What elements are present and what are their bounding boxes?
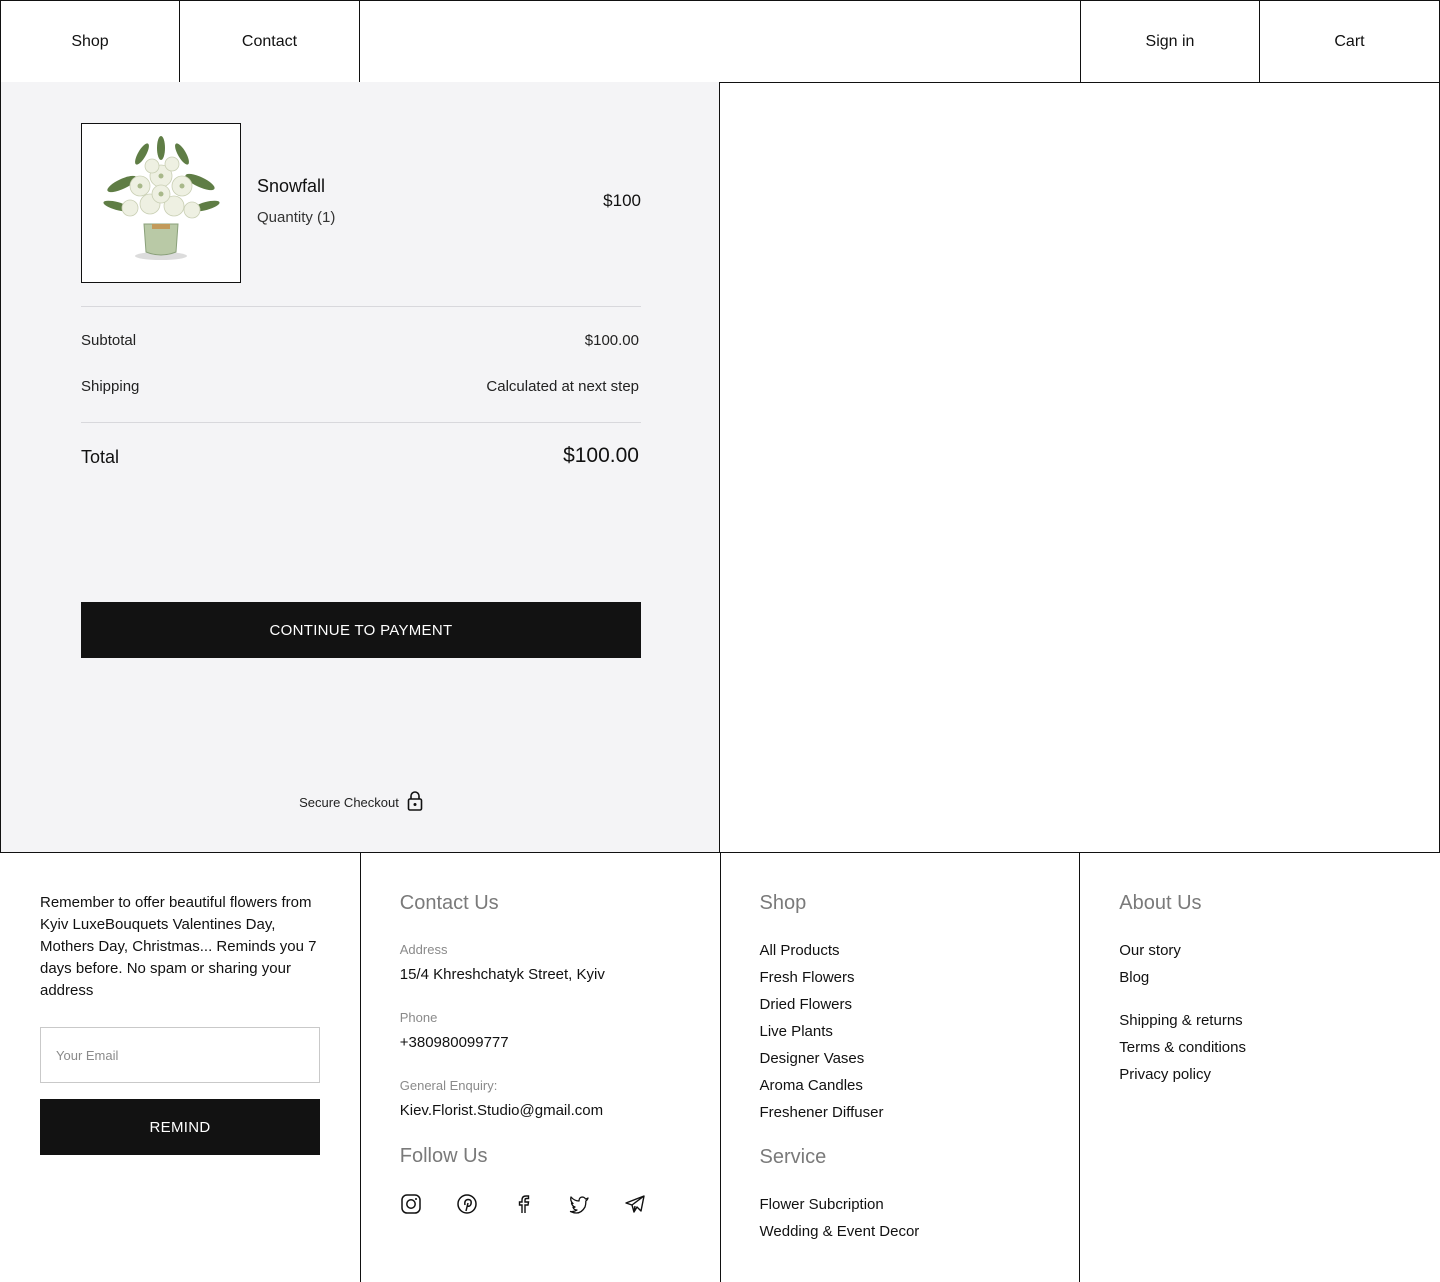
instagram-icon[interactable] — [400, 1193, 422, 1215]
shop-link[interactable]: Freshener Diffuser — [760, 1103, 884, 1130]
enquiry-label: General Enquiry: — [399, 1078, 498, 1093]
contact-heading: Contact Us — [399, 892, 499, 914]
telegram-icon[interactable] — [624, 1193, 646, 1215]
shipping-value: Calculated at next step — [486, 378, 639, 395]
facebook-icon[interactable] — [512, 1193, 534, 1215]
footer-shop-column: Shop All Products Fresh Flowers Dried Fl… — [721, 853, 1081, 1282]
shop-heading: Shop — [759, 892, 807, 914]
service-links: Flower Subcription Wedding & Event Decor — [760, 1195, 920, 1249]
footer-contact-column: Contact Us Address 15/4 Khreshchatyk Str… — [361, 853, 721, 1282]
phone-label: Phone — [399, 1010, 438, 1025]
nav-spacer — [360, 1, 1081, 82]
secure-checkout-label: Secure Checkout — [299, 795, 399, 810]
right-blank-area — [720, 82, 1440, 853]
nav-contact-link[interactable]: Contact — [180, 1, 360, 82]
twitter-icon[interactable] — [568, 1193, 590, 1215]
shop-links: All Products Fresh Flowers Dried Flowers… — [760, 941, 884, 1130]
social-links — [400, 1193, 646, 1215]
shipping-label: Shipping — [81, 378, 140, 395]
shop-link[interactable]: All Products — [760, 941, 884, 968]
footer: Remember to offer beautiful flowers from… — [0, 853, 1440, 1282]
shop-link[interactable]: Designer Vases — [760, 1049, 884, 1076]
phone-value[interactable]: +380980099777 — [400, 1034, 509, 1051]
shop-link[interactable]: Live Plants — [760, 1022, 884, 1049]
continue-to-payment-button[interactable]: CONTINUE TO PAYMENT — [81, 602, 641, 658]
divider — [81, 306, 641, 307]
divider — [81, 422, 641, 423]
order-summary-panel: Snowfall Quantity (1) $100 Subtotal $100… — [0, 82, 720, 853]
remind-text: Remember to offer beautiful flowers from… — [40, 894, 317, 999]
nav-cart-link[interactable]: Cart — [1260, 1, 1440, 82]
product-quantity: Quantity (1) — [257, 209, 336, 226]
footer-remind-column: Remember to offer beautiful flowers from… — [0, 853, 361, 1282]
remind-button[interactable]: REMIND — [40, 1099, 320, 1155]
about-link[interactable]: Our story — [1119, 941, 1181, 968]
product-price: $100 — [603, 191, 641, 210]
address-value: 15/4 Khreshchatyk Street, Kyiv — [399, 966, 605, 983]
about-links: Our story Blog — [1119, 941, 1181, 995]
shop-link[interactable]: Fresh Flowers — [760, 968, 884, 995]
nav-sign-in-link[interactable]: Sign in — [1081, 1, 1260, 82]
shop-link[interactable]: Aroma Candles — [760, 1076, 884, 1103]
flower-bouquet-image — [81, 123, 241, 283]
top-nav: Shop Contact Sign in Cart — [0, 0, 1440, 83]
service-heading: Service — [759, 1146, 827, 1168]
about-heading: About Us — [1119, 892, 1202, 914]
service-link[interactable]: Flower Subcription — [760, 1195, 920, 1222]
email-input[interactable] — [40, 1027, 320, 1083]
service-link[interactable]: Wedding & Event Decor — [760, 1222, 920, 1249]
address-label: Address — [399, 942, 448, 957]
policy-link[interactable]: Privacy policy — [1119, 1065, 1246, 1092]
policy-link[interactable]: Shipping & returns — [1119, 1011, 1246, 1038]
bouquet-illustration — [103, 136, 220, 260]
enquiry-email[interactable]: Kiev.Florist.Studio@gmail.com — [400, 1102, 603, 1119]
secure-checkout: Secure Checkout — [1, 791, 721, 814]
product-name: Snowfall — [257, 176, 326, 196]
lock-icon — [407, 791, 423, 814]
shop-link[interactable]: Dried Flowers — [760, 995, 884, 1022]
total-label: Total — [81, 447, 120, 467]
subtotal-label: Subtotal — [81, 332, 137, 349]
pinterest-icon[interactable] — [456, 1193, 478, 1215]
subtotal-value: $100.00 — [584, 332, 639, 349]
about-link[interactable]: Blog — [1119, 968, 1181, 995]
footer-about-column: About Us Our story Blog Shipping & retur… — [1080, 853, 1440, 1282]
follow-us-heading: Follow Us — [399, 1145, 488, 1167]
policy-link[interactable]: Terms & conditions — [1119, 1038, 1246, 1065]
total-value: $100.00 — [563, 444, 639, 467]
nav-shop-link[interactable]: Shop — [1, 1, 180, 82]
policy-links: Shipping & returns Terms & conditions Pr… — [1119, 1011, 1246, 1092]
